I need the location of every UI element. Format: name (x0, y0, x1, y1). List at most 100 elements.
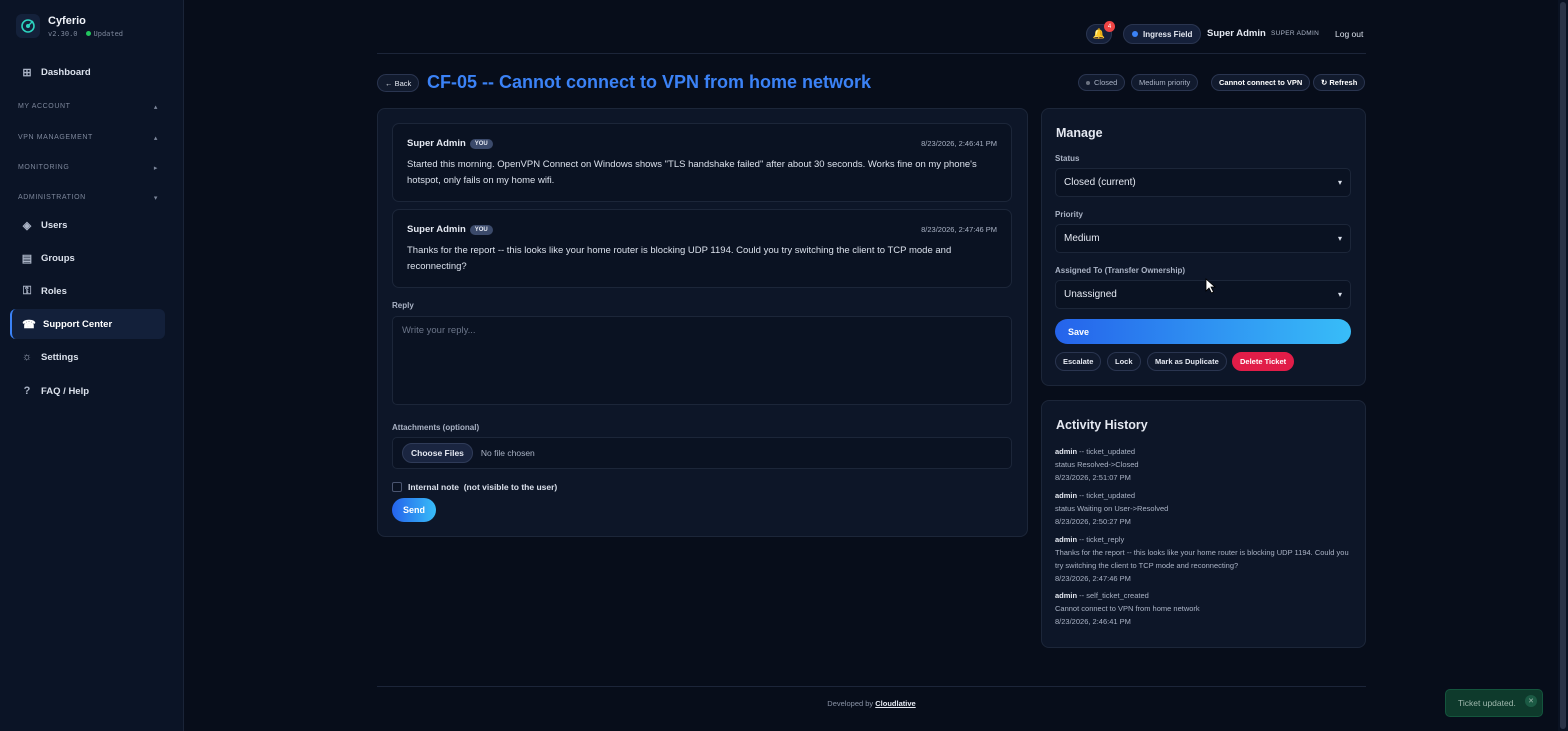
activity-detail: status Resolved->Closed (1055, 460, 1139, 469)
activity-entry: admin -- ticket_reply Thanks for the rep… (1055, 533, 1351, 585)
section-label: VPN MANAGEMENT (18, 134, 93, 141)
activity-detail: Cannot connect to VPN from home network (1055, 604, 1200, 613)
workspace-dot-icon (1132, 31, 1138, 37)
activity-entry: admin -- self_ticket_created Cannot conn… (1055, 589, 1351, 628)
sidebar-item-faq[interactable]: ? FAQ / Help (10, 376, 165, 406)
scrollbar-thumb[interactable] (1560, 2, 1566, 729)
priority-select[interactable]: Medium ▾ (1055, 224, 1351, 253)
save-button[interactable]: Save (1055, 319, 1351, 344)
internal-note-label: Internal note (not visible to the user) (408, 482, 558, 492)
grid-icon: ⊞ (22, 66, 32, 79)
section-label: MY ACCOUNT (18, 103, 71, 110)
message: Super Admin YOU 8/23/2026, 2:46:41 PM St… (392, 123, 1012, 202)
refresh-button[interactable]: ↻ Refresh (1313, 74, 1366, 91)
workspace-selector[interactable]: Ingress Field (1123, 24, 1202, 44)
chevron-down-icon: ▾ (1337, 290, 1342, 299)
sidebar-item-label: Roles (41, 285, 67, 297)
lock-button[interactable]: Lock (1107, 352, 1141, 371)
activity-time: 8/23/2026, 2:51:07 PM (1055, 473, 1131, 482)
user-name: Super Admin (1207, 28, 1266, 39)
sidebar-section-monitoring[interactable]: MONITORING ▸ (18, 164, 158, 172)
app-version: v2.30.0 (48, 29, 78, 38)
activity-action: -- ticket_updated (1077, 491, 1136, 500)
sidebar-item-settings[interactable]: ☼ Settings (10, 342, 165, 372)
assigned-select[interactable]: Unassigned ▾ (1055, 280, 1351, 309)
status-dot-icon (85, 31, 91, 36)
logout-button[interactable]: Log out (1335, 29, 1363, 39)
activity-entry: admin -- ticket_updated status Resolved-… (1055, 445, 1351, 484)
status-label: Status (1055, 154, 1080, 163)
priority-badge-label: Medium priority (1139, 78, 1191, 87)
sidebar-item-label: Settings (41, 351, 79, 363)
back-button[interactable]: ← Back (377, 74, 420, 92)
sidebar-item-roles[interactable]: ⚿ Roles (10, 276, 165, 306)
section-label: ADMINISTRATION (18, 194, 86, 201)
sidebar-item-dashboard[interactable]: ⊞ Dashboard (10, 57, 165, 87)
app-name: Cyferio (48, 14, 86, 27)
mark-duplicate-button[interactable]: Mark as Duplicate (1147, 352, 1227, 371)
message-time: 8/23/2026, 2:46:41 PM (921, 139, 997, 148)
reply-label: Reply (392, 301, 414, 310)
workspace-label: Ingress Field (1143, 29, 1193, 39)
manage-title: Manage (1056, 126, 1103, 140)
priority-badge: Medium priority (1131, 74, 1199, 91)
choose-files-button[interactable]: Choose Files (402, 443, 473, 463)
sidebar-item-label: FAQ / Help (41, 385, 90, 397)
status-select[interactable]: Closed (current) ▾ (1055, 168, 1351, 197)
toast-message: Ticket updated. (1458, 698, 1516, 708)
sidebar-item-users[interactable]: ◈ Users (10, 210, 165, 240)
escalate-button[interactable]: Escalate (1055, 352, 1102, 371)
mouse-cursor-icon (1205, 278, 1217, 297)
internal-note-checkbox[interactable] (392, 482, 402, 492)
message-author: Super Admin (407, 138, 466, 149)
activity-time: 8/23/2026, 2:50:27 PM (1055, 517, 1131, 526)
you-badge: YOU (469, 138, 493, 149)
reply-textarea[interactable]: Write your reply... (392, 316, 1012, 405)
priority-label: Priority (1055, 210, 1084, 219)
sidebar-section-vpn-management[interactable]: VPN MANAGEMENT ▴ (18, 134, 158, 142)
sidebar-item-support-center[interactable]: ☎ Support Center (10, 309, 165, 339)
activity-detail: Thanks for the report -- this looks like… (1055, 548, 1349, 570)
toast-notification: Ticket updated. ✕ (1445, 689, 1543, 717)
delete-ticket-button[interactable]: Delete Ticket (1232, 352, 1295, 371)
bell-icon: 🔔 (1092, 28, 1106, 40)
chevron-icon: ▸ (153, 165, 158, 172)
message-author: Super Admin (407, 224, 466, 235)
message-body: Started this morning. OpenVPN Connect on… (407, 159, 977, 186)
sidebar-item-groups[interactable]: ▤ Groups (10, 243, 165, 273)
sidebar-section-administration[interactable]: ADMINISTRATION ▾ (18, 194, 158, 202)
activity-user: admin (1055, 591, 1078, 600)
chevron-down-icon: ▾ (1337, 234, 1342, 243)
message-time: 8/23/2026, 2:47:46 PM (921, 225, 997, 234)
notification-count-badge: 4 (1104, 21, 1115, 32)
activity-action: -- ticket_updated (1077, 447, 1136, 456)
divider (377, 686, 1366, 687)
gear-icon: ☼ (21, 351, 33, 363)
cyferio-logo-icon (16, 14, 40, 38)
key-icon: ⚿ (22, 284, 32, 297)
you-badge: YOU (469, 224, 493, 235)
close-icon[interactable]: ✕ (1525, 695, 1537, 707)
diamond-icon: ◈ (22, 219, 32, 232)
page-title: CF-05 -- Cannot connect to VPN from home… (427, 72, 872, 92)
sidebar-item-label: Support Center (43, 318, 113, 330)
question-icon: ? (23, 385, 31, 397)
activity-user: admin (1055, 491, 1078, 500)
status-dot-icon (1086, 80, 1090, 85)
sidebar: Cyferio v2.30.0 Updated ⊞ Dashboard MY A… (0, 0, 184, 731)
activity-title: Activity History (1056, 418, 1148, 432)
chevron-icon: ▴ (153, 135, 158, 142)
activity-user: admin (1055, 447, 1078, 456)
scrollbar[interactable] (1558, 0, 1568, 731)
send-button[interactable]: Send (392, 498, 436, 522)
activity-time: 8/23/2026, 2:46:41 PM (1055, 617, 1131, 626)
footer: Developed by Cloudlative (377, 699, 1366, 708)
divider (377, 53, 1366, 54)
notifications-button[interactable]: 🔔 4 (1086, 21, 1115, 44)
attachments-input[interactable]: Choose Files No file chosen (392, 437, 1012, 469)
no-file-label: No file chosen (480, 448, 535, 458)
brand[interactable]: Cyferio v2.30.0 Updated (16, 14, 123, 38)
footer-link[interactable]: Cloudlative (875, 699, 915, 708)
sidebar-section-my-account[interactable]: MY ACCOUNT ▴ (18, 103, 158, 111)
chevron-icon: ▴ (153, 104, 158, 111)
